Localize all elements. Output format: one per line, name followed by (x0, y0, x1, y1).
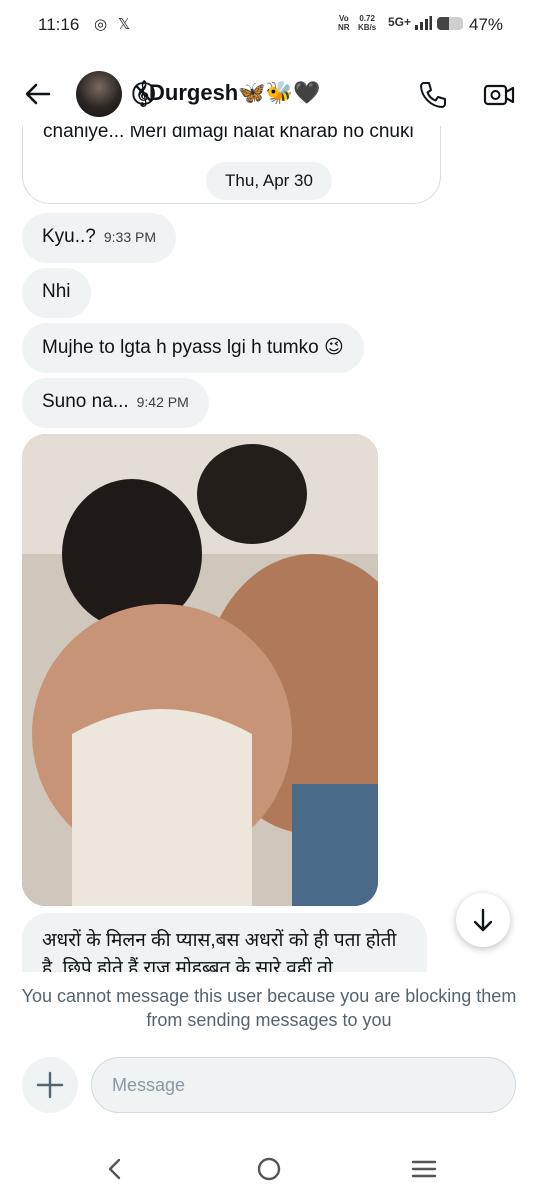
avatar[interactable] (76, 71, 122, 117)
network-type: 5G+ (388, 15, 412, 29)
image-attachment[interactable] (22, 434, 378, 906)
x-logo-icon: 𝕏 (118, 16, 131, 33)
message-bubble[interactable]: अधरों के मिलन की प्यास,बस अधरों को ही पत… (22, 913, 427, 972)
nav-back-icon[interactable] (100, 1154, 130, 1184)
system-navigation-bar (0, 1140, 538, 1199)
message-text: Kyu..? (42, 226, 96, 247)
message-input[interactable] (91, 1057, 516, 1113)
arrow-left-icon[interactable] (22, 78, 54, 110)
message-time: 9:33 PM (103, 229, 157, 245)
message-bubble[interactable]: Nhi (22, 268, 91, 318)
message-text: Suno na... (42, 391, 129, 412)
battery-icon (437, 17, 463, 30)
contact-name[interactable]: 𝄞⃠Durgesh🦋🐝🖤 (136, 80, 320, 106)
image-placeholder-art (22, 434, 378, 906)
message-list[interactable]: chahiye... Meri dimagi halat kharab ho c… (0, 126, 538, 972)
message-bubble[interactable]: Suno na... 9:42 PM (22, 378, 209, 428)
message-bubble[interactable]: Kyu..? 9:33 PM (22, 213, 177, 263)
arrow-down-icon (473, 908, 493, 932)
nav-home-icon[interactable] (254, 1154, 284, 1184)
status-time: 11:16 (38, 15, 80, 34)
conversation-header: 𝄞⃠Durgesh🦋🐝🖤 (0, 62, 538, 126)
phone-icon[interactable] (416, 78, 450, 112)
plus-icon (36, 1071, 64, 1099)
message-time: 9:42 PM (136, 394, 189, 410)
battery-percent: 47% (469, 15, 504, 34)
network-speed: 0.72 KB/s (358, 14, 377, 32)
add-attachment-button[interactable] (22, 1057, 78, 1113)
message-bubble[interactable]: Mujhe to lgta h pyass lgi h tumko 😉 (22, 323, 364, 373)
nav-menu-icon[interactable] (409, 1154, 439, 1184)
message-text: अधरों के मिलन की प्यास,बस अधरों को ही पत… (42, 930, 397, 972)
blocked-notice: You cannot message this user because you… (21, 986, 517, 1030)
notification-app-icon: ◎ (94, 16, 108, 33)
date-separator: Thu, Apr 30 (206, 162, 332, 200)
status-bar: 11:16 ◎ 𝕏 Vo NR 0.72 KB/s 5G+ 47% (0, 0, 538, 50)
message-text: Mujhe to lgta h pyass lgi h tumko 😉 (42, 337, 344, 358)
scroll-to-bottom-button[interactable] (456, 893, 510, 947)
message-text: chahiye... Meri dimagi halat kharab ho c… (43, 126, 414, 142)
volte-indicator: Vo NR (338, 14, 350, 32)
signal-icon (415, 16, 432, 30)
message-text: Nhi (42, 281, 71, 302)
video-camera-icon[interactable] (482, 78, 516, 112)
